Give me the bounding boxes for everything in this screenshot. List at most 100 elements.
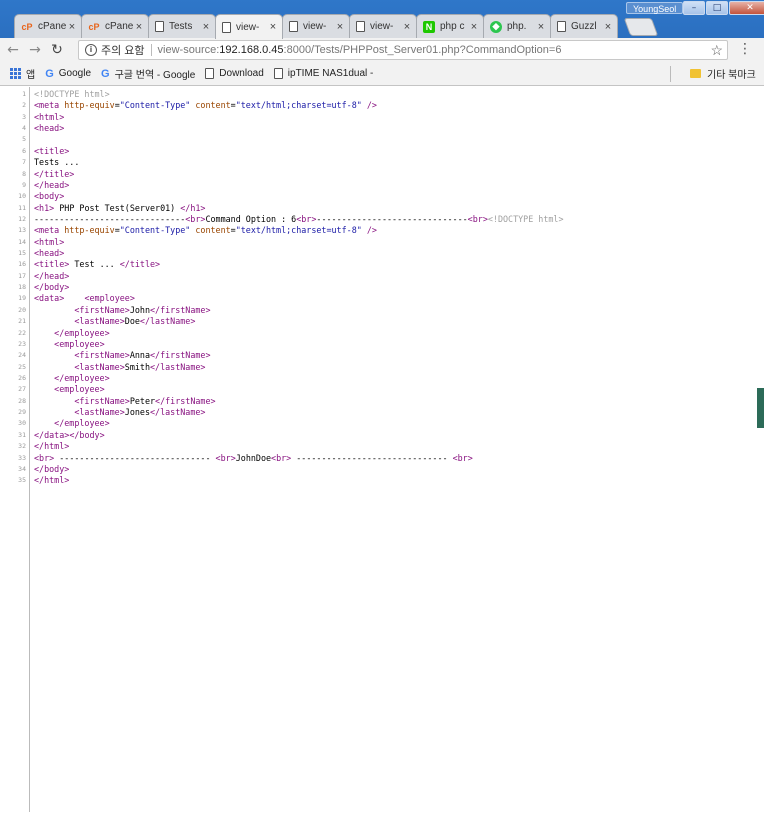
bookmark-download[interactable]: Download [205,68,264,79]
bookmarks-bar: 앱 G Google G 구글 번역 - Google Download ipT… [0,62,764,86]
divider [670,65,671,82]
line-number: 14 [18,237,26,246]
line-number: 20 [18,305,26,314]
page-icon [273,68,283,79]
bookmark-label: 앱 [26,70,36,81]
line-number: 23 [18,339,26,348]
page-icon [356,21,365,32]
bookmark-apps[interactable]: 앱 [10,66,35,81]
back-arrow-icon[interactable]: ← [4,41,22,59]
source-line: 9 </head> [0,180,764,191]
line-number: 15 [18,249,26,258]
browser-toolbar: ← → ↻ i 주의 요함 view-source: 192.168.0.45:8… [0,38,764,62]
line-code: <title> Test ... </title> [34,259,161,270]
security-label[interactable]: 주의 요함 [101,42,145,58]
tab-1[interactable]: cP cPanel × [81,14,149,38]
page-icon [155,21,164,32]
source-line: 12 ------------------------------<br>Comm… [0,214,764,225]
source-line: 6 <title> [0,146,764,157]
bookmark-label: Google [58,68,92,79]
close-tab-icon[interactable]: × [402,21,412,33]
line-number: 10 [18,192,26,201]
close-tab-icon[interactable]: × [268,21,278,33]
close-window-button[interactable]: ✕ [729,1,764,15]
line-number: 31 [18,430,26,439]
kebab-menu-icon[interactable]: ⋮ [738,41,752,57]
line-number: 1 [22,90,26,98]
close-tab-icon[interactable]: × [469,21,479,33]
tab-0[interactable]: cP cPanel × [14,14,82,38]
tab-4[interactable]: view- × [282,14,350,38]
tab-6[interactable]: Nphp c × [416,14,484,38]
source-view[interactable]: 1 <!DOCTYPE html> 2 <meta http-equiv="Conte… [0,87,764,812]
line-code: <head> [34,248,65,259]
google-icon: G [101,67,110,80]
line-code: <lastName>Smith</lastName> [74,361,206,372]
line-code: <br> ------------------------------ <br>… [34,452,473,463]
maximize-button[interactable]: □ [706,1,728,15]
page-icon [205,68,215,79]
source-line: 10 <body> [0,191,764,202]
divider [150,44,152,56]
line-number: 9 [22,180,26,189]
line-code: </html> [34,441,70,452]
address-bar[interactable]: i 주의 요함 view-source: 192.168.0.45:8000/Te… [78,40,728,60]
line-number: 21 [18,317,26,326]
source-line: 8 </title> [0,169,764,180]
line-code: <!DOCTYPE html> [34,89,110,99]
green-icon: ◆ [490,20,502,33]
source-line: 23 <employee> [0,339,764,350]
close-tab-icon[interactable]: × [134,21,144,33]
tab-label: view- [303,21,327,32]
line-code: <firstName>Peter</firstName> [74,395,216,406]
line-number: 5 [22,135,26,144]
line-code: </title> [34,168,75,179]
source-line: 17 </head> [0,271,764,282]
bookmark-iptime[interactable]: ipTIME NAS1dual - [273,68,373,79]
line-code: <html> [34,111,65,122]
source-line: 21 <lastName>Doe</lastName> [0,316,764,327]
info-icon[interactable]: i [85,44,97,56]
page-icon [289,21,298,32]
line-number: 29 [18,408,26,417]
tab-label: Guzzl [571,21,597,32]
line-number: 11 [18,203,26,212]
bookmark-other[interactable]: 기타 북마크 [690,66,756,81]
close-tab-icon[interactable]: × [536,21,546,33]
folder-icon [690,69,701,78]
line-number: 27 [18,385,26,394]
line-number: 13 [18,226,26,235]
source-line: 18 </body> [0,282,764,293]
forward-arrow-icon[interactable]: → [26,41,44,59]
close-tab-icon[interactable]: × [67,21,77,33]
bookmark-star-icon[interactable]: ☆ [710,42,723,59]
source-line: 31 </data></body> [0,430,764,441]
close-tab-icon[interactable]: × [201,21,211,33]
profile-name-badge[interactable]: YoungSeol [626,2,684,14]
new-tab-button[interactable] [623,18,659,36]
line-number: 24 [18,351,26,360]
reload-icon[interactable]: ↻ [48,41,66,59]
tab-7[interactable]: ◆ php. × [483,14,551,38]
tab-5[interactable]: view- × [349,14,417,38]
source-line: 28 <firstName>Peter</firstName> [0,396,764,407]
close-tab-icon[interactable]: × [603,21,613,33]
tab-2[interactable]: Tests × [148,14,216,38]
line-code: <html> [34,236,65,247]
bookmark-google-translate[interactable]: G 구글 번역 - Google [101,66,195,82]
cpanel-icon: cP [88,21,100,32]
source-line: 15 <head> [0,248,764,259]
page-icon [557,21,566,32]
source-line: 30 </employee> [0,418,764,429]
source-line: 2 <meta http-equiv="Content-Type" content… [0,100,764,111]
line-code: </body> [34,282,70,293]
line-number: 2 [22,101,26,110]
tab-3[interactable]: view- × [215,14,283,39]
minimize-button[interactable]: – [683,1,705,15]
tab-strip: cP cPanel × cP cPanel × Tests × view- × view- × view… [0,14,764,39]
bookmark-google[interactable]: G Google [45,68,91,80]
tab-8[interactable]: Guzzl × [550,14,618,38]
line-code: </employee> [54,327,110,338]
close-tab-icon[interactable]: × [335,21,345,33]
